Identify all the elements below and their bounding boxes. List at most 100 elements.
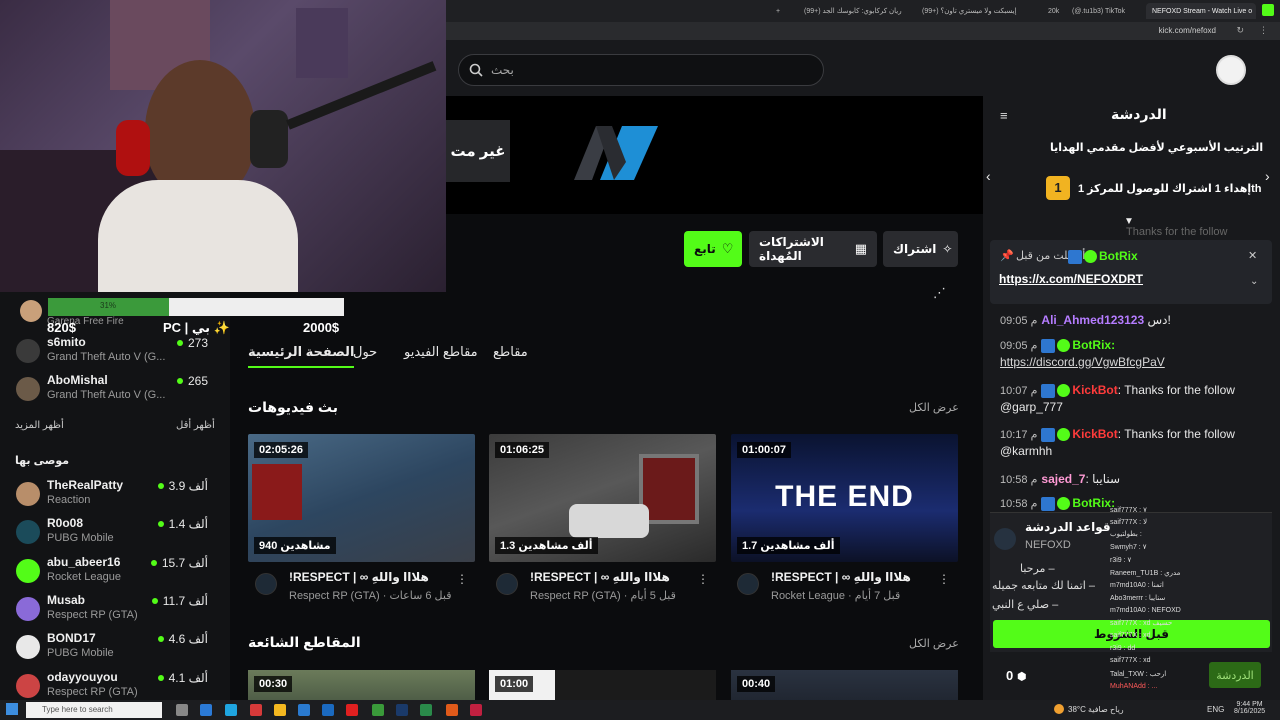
video-category[interactable]: Respect RP (GTA) [289,590,380,602]
sidebar-channel[interactable]: TheRealPatty Reaction 3.9 ألف [14,478,214,514]
youtube-icon[interactable] [346,704,358,716]
verified-icon [1057,384,1071,398]
xbox-icon[interactable] [420,704,432,716]
more-options-icon[interactable]: ⋮ [456,572,468,586]
video-views: 1.3 ألف مشاهدين [495,537,598,554]
more-options-icon[interactable]: ⋮ [938,572,950,586]
chrome-icon[interactable] [372,704,384,716]
tab-videos[interactable]: مقاطع الفيديو [404,344,478,360]
tab-clips[interactable]: مقاطع [493,344,528,360]
show-more-link[interactable]: أظهر المزيد [15,420,64,431]
browser-tab[interactable]: (99+) إيسبكت ولا ميستري تاون؟ [916,3,1036,19]
opera-icon[interactable] [250,704,262,716]
windows-start-icon[interactable] [6,703,18,715]
browser-tab[interactable]: (@.tu1b3) TikTok [1066,3,1142,19]
clips-see-all-link[interactable]: عرض الكل [909,637,959,650]
video-title[interactable]: !RESPECT | ∞ هلااا واللهِ [289,570,429,584]
send-chat-label: الدردشة [1216,669,1254,682]
overlay-chat-line: saif777X : xd [1110,632,1151,639]
video-title[interactable]: !RESPECT | ∞ هلااا واللهِ [530,570,670,584]
banner-offline-button[interactable]: غير مت [446,120,510,182]
video-category[interactable]: Rocket League [771,590,845,602]
pinned-link[interactable]: https://x.com/NEFOXDRT [999,272,1143,286]
leaderboard-next-icon[interactable]: › [1265,168,1270,184]
chat-link[interactable]: https://discord.gg/VgwBfcgPaV [1000,355,1165,369]
browser-icon[interactable] [225,704,237,716]
videos-see-all-link[interactable]: عرض الكل [909,401,959,414]
video-card[interactable]: 01:06:25 1.3 ألف مشاهدين [489,434,716,562]
gift-subs-button[interactable]: الاشتراكات المُهداة ▦ [749,231,877,267]
edge-icon[interactable] [200,704,212,716]
sidebar-channel[interactable]: AboMishal Grand Theft Auto V (G... 265 [14,373,214,409]
sidebar-channel[interactable]: BOND17 PUBG Mobile 4.6 ألف [14,631,214,667]
microphone-icon [250,110,288,168]
taskbar-search-input[interactable]: Type here to search [26,702,162,718]
menu-dots-icon[interactable]: ⋮ [1259,25,1268,36]
webcam-overlay [0,0,446,292]
live-dot-icon [157,636,164,642]
user-avatar[interactable] [1216,55,1246,85]
steam-icon[interactable] [396,704,408,716]
leaderboard-prev-icon[interactable]: ‹ [986,168,991,184]
channel-avatar[interactable] [255,573,277,595]
video-card[interactable]: THE END 01:00:07 1.7 ألف مشاهدين [731,434,958,562]
channel-avatar[interactable] [496,573,518,595]
channel-avatar[interactable] [737,573,759,595]
address-bar[interactable]: kick.com/nefoxd ↻ ⋮ [446,22,1280,40]
video-title[interactable]: !RESPECT | ∞ هلااا واللهِ [771,570,911,584]
more-options-icon[interactable]: ⋮ [697,572,709,586]
browser-tab-active[interactable]: NEFOXD Stream - Watch Live o [1146,3,1256,19]
live-dot-icon [157,483,164,489]
sidebar-channel[interactable]: s6mito Grand Theft Auto V (G... 273 [14,335,214,371]
share-icon[interactable]: ⋰ [933,285,946,301]
search-input[interactable]: بحث [458,54,824,86]
app-icon[interactable] [446,704,458,716]
unpin-icon[interactable]: ✕ [1248,249,1257,262]
video-views: 940 مشاهدين [254,537,336,554]
collapse-chat-icon[interactable]: ≡ [1000,108,1008,123]
browser-tab[interactable]: 20k [1042,3,1066,19]
show-less-link[interactable]: أظهر أقل [176,420,215,431]
channel-avatar [16,482,40,506]
expand-pinned-icon[interactable]: ⌄ [1250,276,1258,287]
video-meta: Respect RP (GTA) · قبل 6 ساعات [289,590,452,602]
subscribe-button[interactable]: اشتراك ✧ [883,231,958,267]
goal-platform: PC | بي ✨ [163,320,230,335]
leaderboard-line: إهداء 1 اشتراك للوصول للمركز 1th [1078,183,1262,195]
reload-icon[interactable]: ↻ [1236,25,1244,36]
folder-icon[interactable] [274,704,286,716]
live-dot-icon [151,598,158,604]
send-chat-button[interactable]: الدردشة [1209,662,1261,688]
clip-duration: 00:40 [737,676,776,692]
verified-icon [1057,339,1071,353]
sidebar-channel[interactable]: Musab Respect RP (GTA) 11.7 ألف [14,593,214,629]
sidebar-channel[interactable]: abu_abeer16 Rocket League 15.7 ألف [14,555,214,591]
streamer-head [145,60,255,200]
store-icon[interactable] [298,704,310,716]
pinned-user[interactable]: BotRix [1068,249,1138,264]
live-dot-icon [176,378,183,384]
outlook-icon[interactable] [322,704,334,716]
taskbar-search-placeholder: Type here to search [42,705,113,714]
sidebar-channel[interactable]: R0o08 PUBG Mobile 1.4 ألف [14,516,214,552]
task-view-icon[interactable] [176,704,188,716]
tab-about[interactable]: حول [353,344,377,360]
channel-avatar [16,597,40,621]
gift-subs-label: الاشتراكات المُهداة [759,235,824,263]
app-icon[interactable] [470,704,482,716]
video-category[interactable]: Respect RP (GTA) [530,590,621,602]
new-tab-button[interactable]: + [770,3,786,19]
channel-name: Musab [47,593,86,607]
browser-tab[interactable]: (99+) ريان كركابوي: كابوسك الجد [798,3,914,19]
follow-button[interactable]: تابع ♡ [684,231,742,267]
subscribe-label: اشتراك [893,242,937,256]
gift-icon: ▦ [854,241,867,256]
points-count[interactable]: 0 ⬢ [1006,668,1026,683]
url-text: kick.com/nefoxd [1158,26,1216,35]
channel-avatar [16,674,40,698]
tab-home[interactable]: الصفحة الرئيسية [248,344,355,368]
channel-game: PUBG Mobile [47,647,114,659]
language-indicator[interactable]: ENG [1207,705,1224,714]
clock[interactable]: 9:44 PM 8/16/2025 [1234,701,1265,715]
video-card[interactable]: 02:05:26 940 مشاهدين [248,434,475,562]
